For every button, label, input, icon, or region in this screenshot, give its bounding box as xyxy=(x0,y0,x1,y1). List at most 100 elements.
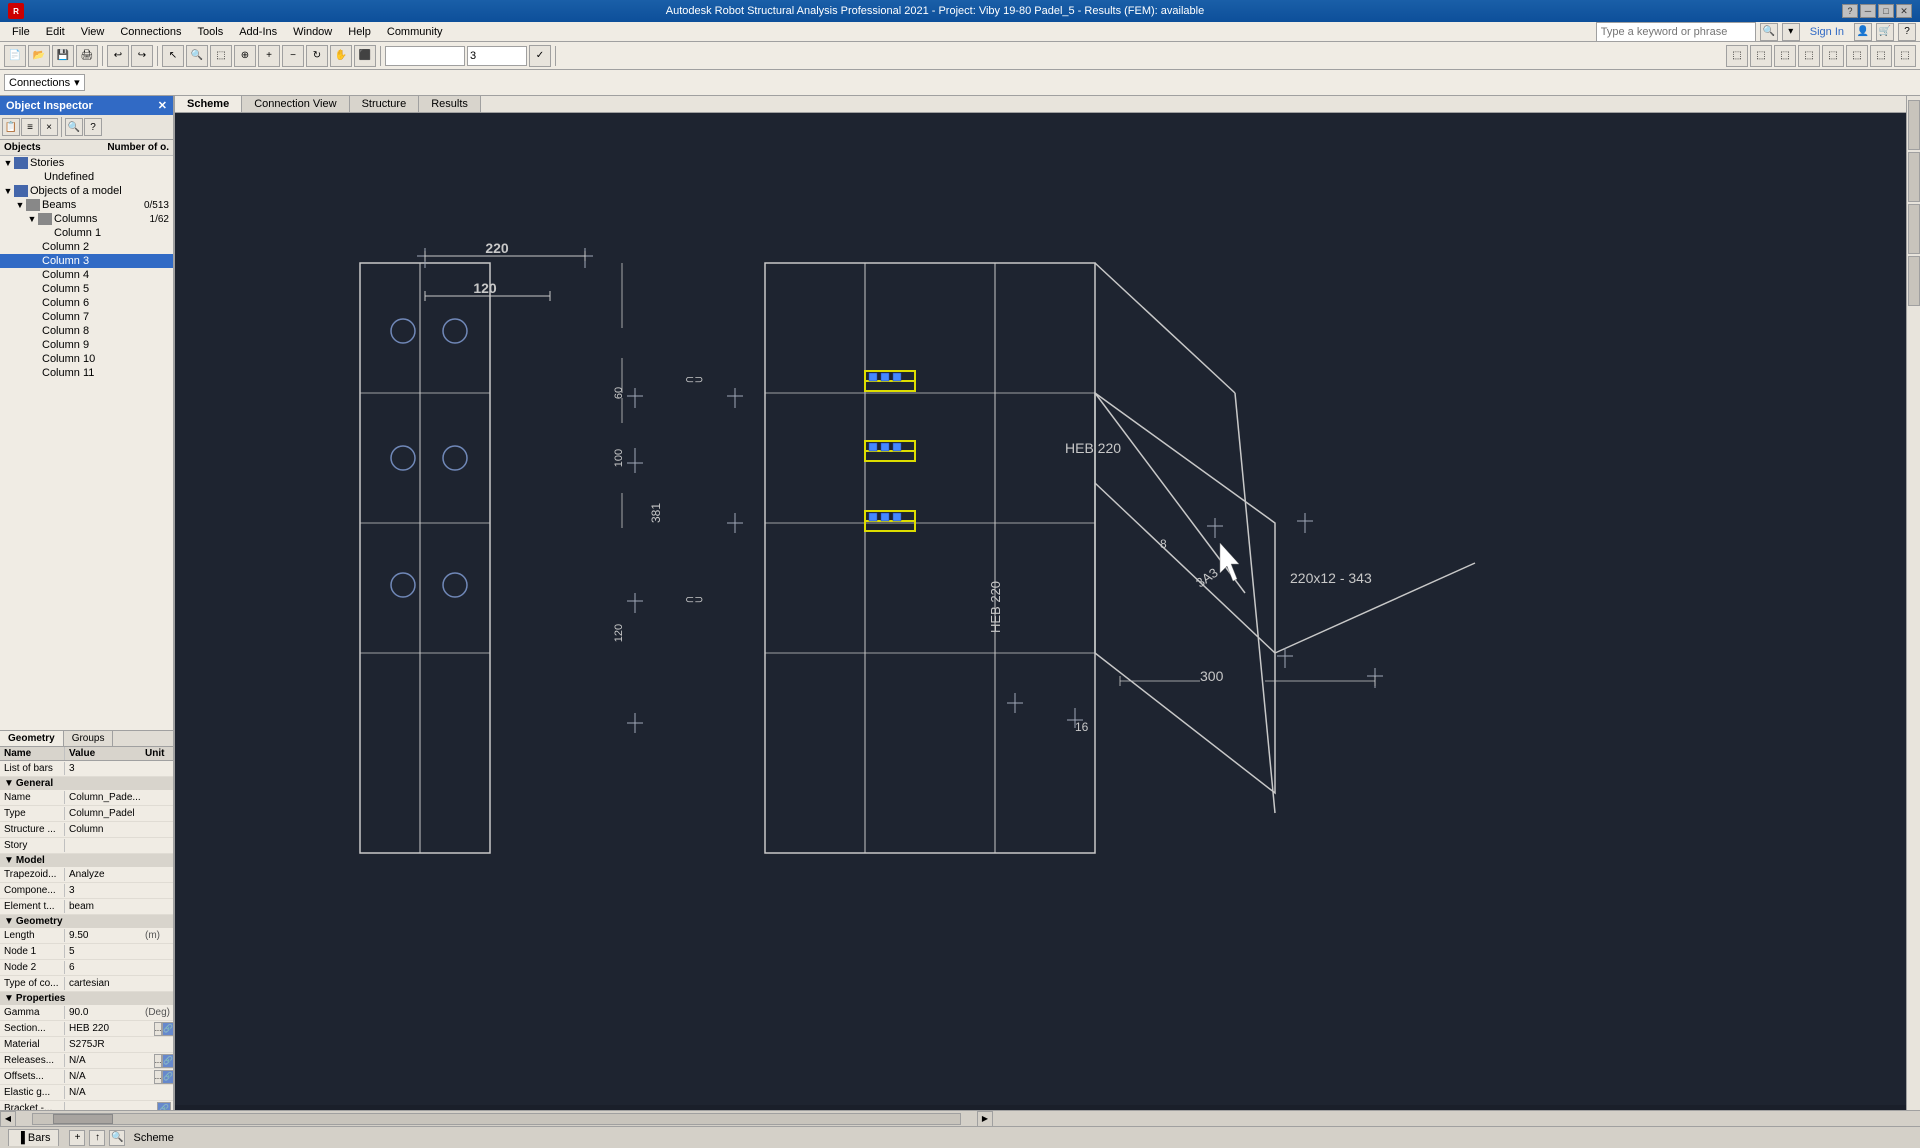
inspector-filter-btn[interactable]: × xyxy=(40,118,58,136)
scroll-thumb[interactable] xyxy=(53,1114,113,1124)
section-link-btn[interactable]: 🔗 xyxy=(162,1022,173,1036)
maximize-btn[interactable]: □ xyxy=(1878,4,1894,18)
prop-listofbars: List of bars 3 xyxy=(0,761,173,777)
search-button[interactable]: 🔍 xyxy=(1760,23,1778,41)
tab-structure[interactable]: Structure xyxy=(350,96,420,112)
minimize-btn[interactable]: ─ xyxy=(1860,4,1876,18)
releases-link-btn[interactable]: 🔗 xyxy=(162,1054,173,1068)
inspector-list-btn[interactable]: ≡ xyxy=(21,118,39,136)
inspector-prop-btn[interactable]: 📋 xyxy=(2,118,20,136)
menu-tools[interactable]: Tools xyxy=(190,24,232,40)
section-edit-btn[interactable]: ... xyxy=(154,1022,163,1036)
right-btn3[interactable] xyxy=(1908,204,1920,254)
releases-edit-btn[interactable]: ... xyxy=(154,1054,163,1068)
signin-link[interactable]: Sign In xyxy=(1804,26,1850,38)
wireframe-btn[interactable]: ⬛ xyxy=(354,45,376,67)
zoom-btn[interactable]: 🔍 xyxy=(186,45,208,67)
zoom-all-btn[interactable]: ⊕ xyxy=(234,45,256,67)
save-btn[interactable]: 💾 xyxy=(52,45,74,67)
tree-col9[interactable]: Column 9 xyxy=(0,338,173,352)
open-btn[interactable]: 📂 xyxy=(28,45,50,67)
right-btn1[interactable] xyxy=(1908,100,1920,150)
tree-objects-model[interactable]: ▼ Objects of a model xyxy=(0,184,173,198)
menu-view[interactable]: View xyxy=(73,24,113,40)
tree-col3[interactable]: Column 3 xyxy=(0,254,173,268)
new-btn[interactable]: 📄 xyxy=(4,45,26,67)
view-btn2[interactable]: ⬚ xyxy=(1750,45,1772,67)
help-btn[interactable]: ? xyxy=(1842,4,1858,18)
menu-addins[interactable]: Add-Ins xyxy=(231,24,285,40)
undo-btn[interactable]: ↩ xyxy=(107,45,129,67)
expand-geometry: ▼ xyxy=(4,916,14,927)
zoom-in-btn[interactable]: + xyxy=(258,45,280,67)
undefined-icon xyxy=(28,171,42,183)
view-btn7[interactable]: ⬚ xyxy=(1870,45,1892,67)
view-btn4[interactable]: ⬚ xyxy=(1798,45,1820,67)
inspector-help-btn[interactable]: ? xyxy=(84,118,102,136)
right-btn2[interactable] xyxy=(1908,152,1920,202)
section-general[interactable]: ▼ General xyxy=(0,777,173,790)
right-btn4[interactable] xyxy=(1908,256,1920,306)
scroll-left-btn[interactable]: ◀ xyxy=(0,1111,16,1127)
prop-coord-type: Type of co... cartesian xyxy=(0,976,173,992)
view-btn3[interactable]: ⬚ xyxy=(1774,45,1796,67)
inspector-close-btn[interactable]: ✕ xyxy=(158,99,167,112)
tree-undefined[interactable]: Undefined xyxy=(0,170,173,184)
tree-stories[interactable]: ▼ Stories xyxy=(0,156,173,170)
user-icon[interactable]: 👤 xyxy=(1854,23,1872,41)
tree-col4[interactable]: Column 4 xyxy=(0,268,173,282)
tree-col6[interactable]: Column 6 xyxy=(0,296,173,310)
tree-col11[interactable]: Column 11 xyxy=(0,366,173,376)
section-properties[interactable]: ▼ Properties xyxy=(0,992,173,1005)
scroll-track[interactable] xyxy=(32,1113,961,1125)
section-geometry[interactable]: ▼ Geometry xyxy=(0,915,173,928)
connections-dropdown[interactable]: Connections ▾ xyxy=(4,74,85,91)
view-btn6[interactable]: ⬚ xyxy=(1846,45,1868,67)
menu-window[interactable]: Window xyxy=(285,24,340,40)
help-icon[interactable]: ? xyxy=(1898,23,1916,41)
close-btn[interactable]: ✕ xyxy=(1896,4,1912,18)
print-btn[interactable]: 🖨 xyxy=(76,45,98,67)
tab-results[interactable]: Results xyxy=(419,96,481,112)
search-input[interactable] xyxy=(1596,22,1756,42)
tree-col7[interactable]: Column 7 xyxy=(0,310,173,324)
redo-btn[interactable]: ↪ xyxy=(131,45,153,67)
tree-col8[interactable]: Column 8 xyxy=(0,324,173,338)
view-btn5[interactable]: ⬚ xyxy=(1822,45,1844,67)
menu-connections[interactable]: Connections xyxy=(112,24,189,40)
offsets-link-btn[interactable]: 🔗 xyxy=(162,1070,173,1084)
zoom-win-btn[interactable]: ⬚ xyxy=(210,45,232,67)
bracket1-link-btn[interactable]: 🔗 xyxy=(157,1102,171,1111)
tree-col10[interactable]: Column 10 xyxy=(0,352,173,366)
menu-community[interactable]: Community xyxy=(379,24,451,40)
prop-node1: Node 1 5 xyxy=(0,944,173,960)
main-area: Object Inspector ✕ 📋 ≡ × 🔍 ? Objects Num… xyxy=(0,96,1920,1110)
tab-connection-view[interactable]: Connection View xyxy=(242,96,349,112)
cart-icon[interactable]: 🛒 xyxy=(1876,23,1894,41)
scroll-right-btn[interactable]: ▶ xyxy=(977,1111,993,1127)
view-btn1[interactable]: ⬚ xyxy=(1726,45,1748,67)
menu-edit[interactable]: Edit xyxy=(38,24,73,40)
section-model[interactable]: ▼ Model xyxy=(0,854,173,867)
pan-btn[interactable]: ✋ xyxy=(330,45,352,67)
inspector-search-btn[interactable]: 🔍 xyxy=(65,118,83,136)
tab-scheme[interactable]: Scheme xyxy=(175,96,242,112)
combo1-input[interactable] xyxy=(385,46,465,66)
search-options-button[interactable]: ▾ xyxy=(1782,23,1800,41)
menu-help[interactable]: Help xyxy=(340,24,379,40)
tab-geometry[interactable]: Geometry xyxy=(0,731,64,746)
apply-btn[interactable]: ✓ xyxy=(529,45,551,67)
view-btn8[interactable]: ⬚ xyxy=(1894,45,1916,67)
rotate-btn[interactable]: ↻ xyxy=(306,45,328,67)
tree-col1[interactable]: Column 1 xyxy=(0,226,173,240)
tree-col2[interactable]: Column 2 xyxy=(0,240,173,254)
select-btn[interactable]: ↖ xyxy=(162,45,184,67)
tree-beams[interactable]: ▼ Beams 0/513 xyxy=(0,198,173,212)
tree-columns[interactable]: ▼ Columns 1/62 xyxy=(0,212,173,226)
tree-col5[interactable]: Column 5 xyxy=(0,282,173,296)
tab-groups[interactable]: Groups xyxy=(64,731,114,746)
offsets-edit-btn[interactable]: ... xyxy=(154,1070,163,1084)
zoom-out-btn[interactable]: − xyxy=(282,45,304,67)
combo2-input[interactable] xyxy=(467,46,527,66)
menu-file[interactable]: File xyxy=(4,24,38,40)
